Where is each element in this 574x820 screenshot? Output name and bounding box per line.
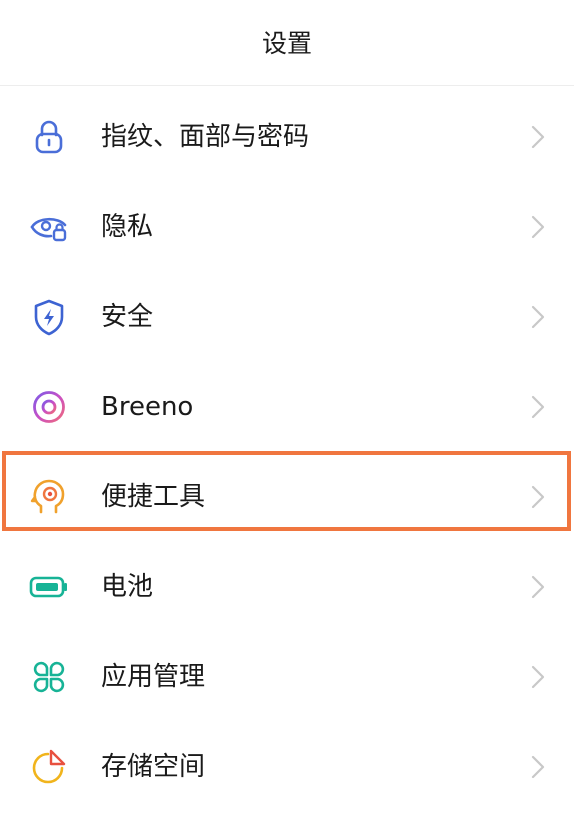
settings-item-battery[interactable]: 电池 bbox=[0, 542, 574, 632]
eye-lock-icon bbox=[28, 206, 70, 248]
settings-item-label: 存储空间 bbox=[101, 752, 206, 782]
settings-item-label: 指纹、面部与密码 bbox=[101, 122, 310, 152]
settings-item-fingerprint-face-password[interactable]: 指纹、面部与密码 bbox=[0, 92, 574, 182]
chevron-right-icon bbox=[526, 664, 548, 690]
chevron-right-icon bbox=[526, 484, 548, 510]
breeno-ring-icon bbox=[28, 386, 70, 428]
app-grid-icon bbox=[28, 656, 70, 698]
settings-item-convenience-tools[interactable]: 便捷工具 bbox=[0, 452, 574, 542]
shield-bolt-icon bbox=[28, 296, 70, 338]
settings-item-label: 安全 bbox=[101, 302, 154, 332]
settings-item-label: Breeno bbox=[101, 392, 194, 422]
battery-icon bbox=[28, 566, 70, 608]
settings-item-label: 应用管理 bbox=[101, 662, 206, 692]
chevron-right-icon bbox=[526, 214, 548, 240]
head-target-icon bbox=[28, 476, 70, 518]
page-title: 设置 bbox=[261, 29, 312, 58]
settings-item-label: 电池 bbox=[101, 572, 154, 602]
settings-item-label: 便捷工具 bbox=[101, 482, 206, 512]
title-bar: 设置 bbox=[0, 0, 574, 86]
chevron-right-icon bbox=[526, 754, 548, 780]
chevron-right-icon bbox=[526, 124, 548, 150]
lock-icon bbox=[28, 116, 70, 158]
chevron-right-icon bbox=[526, 394, 548, 420]
settings-item-privacy[interactable]: 隐私 bbox=[0, 182, 574, 272]
settings-item-label: 隐私 bbox=[101, 212, 154, 242]
settings-item-storage[interactable]: 存储空间 bbox=[0, 722, 574, 812]
settings-item-app-management[interactable]: 应用管理 bbox=[0, 632, 574, 722]
storage-pie-icon bbox=[28, 746, 70, 788]
settings-item-security[interactable]: 安全 bbox=[0, 272, 574, 362]
settings-item-breeno[interactable]: Breeno bbox=[0, 362, 574, 452]
chevron-right-icon bbox=[526, 574, 548, 600]
chevron-right-icon bbox=[526, 304, 548, 330]
